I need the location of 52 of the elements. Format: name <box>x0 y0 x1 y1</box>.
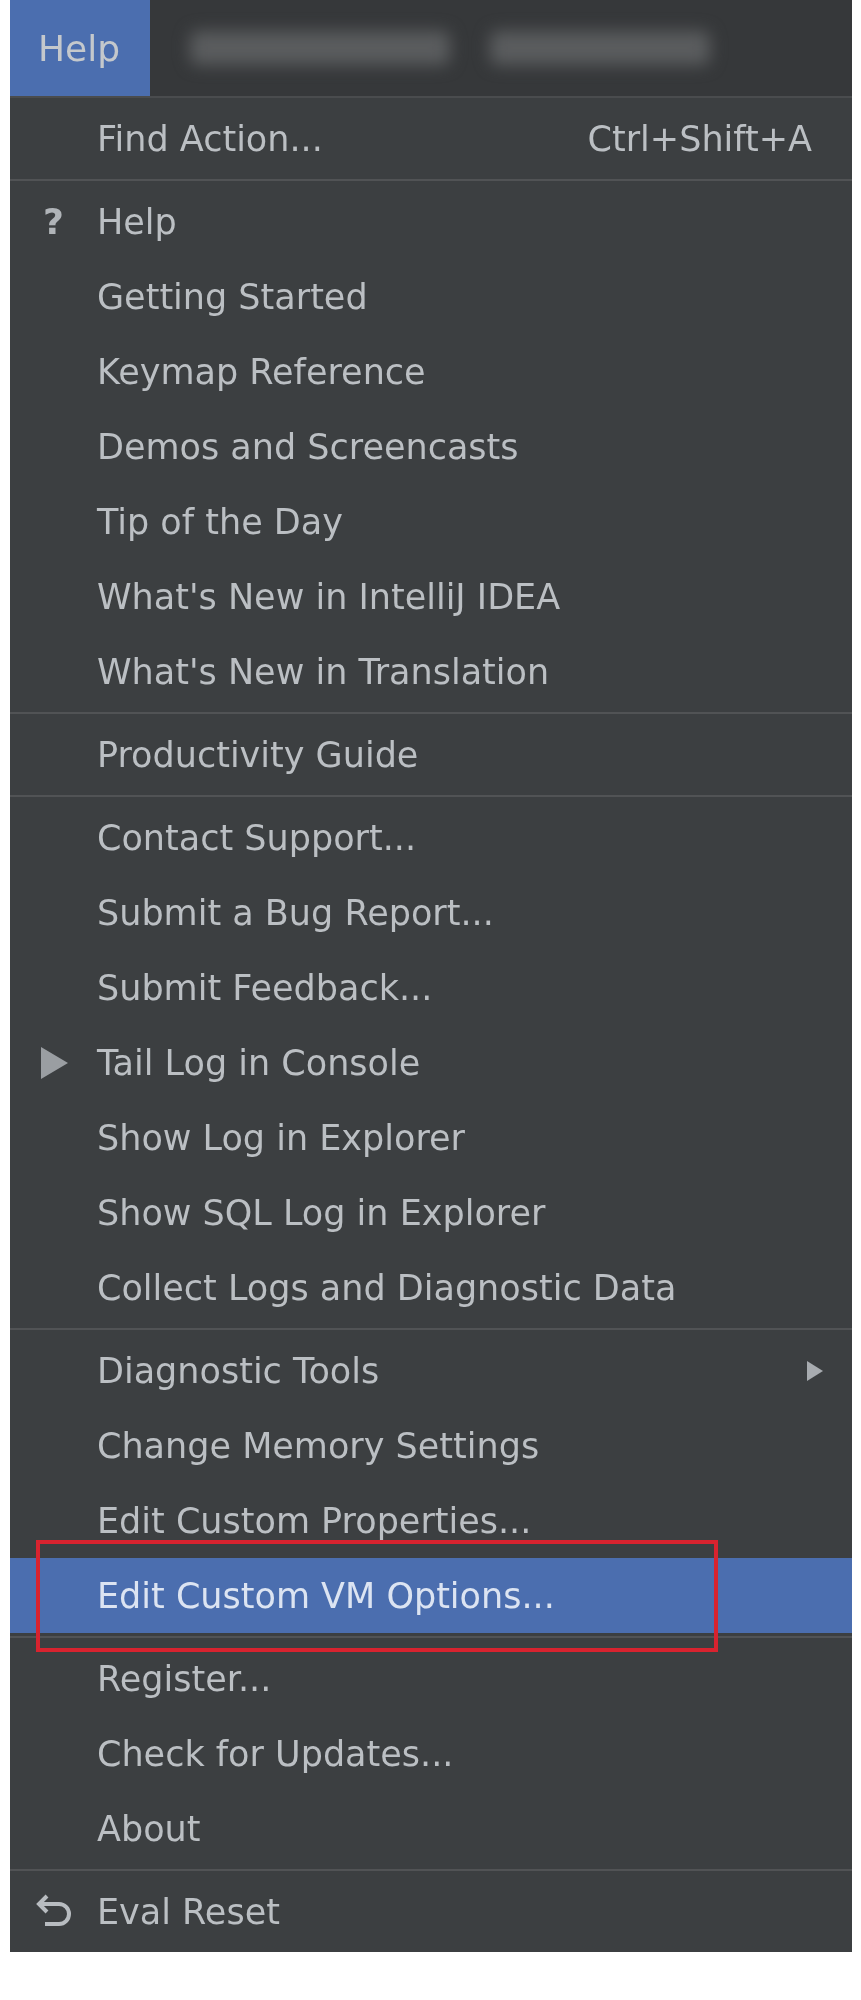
menu-item[interactable]: Tail Log in Console <box>10 1025 852 1100</box>
menu-item[interactable]: Submit Feedback... <box>10 950 852 1025</box>
menu-item[interactable]: Edit Custom Properties... <box>10 1483 852 1558</box>
menu-item[interactable]: Check for Updates... <box>10 1716 852 1791</box>
menu-item[interactable]: Productivity Guide <box>10 717 852 792</box>
menu-item-label: Contact Support... <box>97 817 418 858</box>
menu-item-label: Find Action... <box>97 118 324 159</box>
menu-item[interactable]: Find Action... Ctrl+Shift+A <box>10 101 852 176</box>
menu-item-label: Show SQL Log in Explorer <box>97 1192 547 1233</box>
menu-item-label: Getting Started <box>97 276 369 317</box>
menu-item[interactable]: Diagnostic Tools <box>10 1333 852 1408</box>
menu-item[interactable]: ? Help <box>10 184 852 259</box>
menu-item-label: Check for Updates... <box>97 1733 455 1774</box>
menu-item-label: Demos and Screencasts <box>97 426 520 467</box>
menu-item-label: Change Memory Settings <box>97 1425 541 1466</box>
shortcut-label: Ctrl+Shift+A <box>587 118 812 159</box>
menu-item-label: Edit Custom VM Options... <box>97 1575 556 1616</box>
menu-item-label: Productivity Guide <box>97 734 420 775</box>
menu-item[interactable]: Register... <box>10 1641 852 1716</box>
menu-item[interactable]: Tip of the Day <box>10 484 852 559</box>
menu-item-label: Diagnostic Tools <box>97 1350 381 1391</box>
menu-item[interactable]: About <box>10 1791 852 1866</box>
menu-item[interactable]: Submit a Bug Report... <box>10 875 852 950</box>
menu-item[interactable]: Edit Custom VM Options... <box>10 1558 852 1633</box>
menu-item[interactable]: Getting Started <box>10 259 852 334</box>
menu-item-label: Register... <box>97 1658 273 1699</box>
menu-item-label: Submit Feedback... <box>97 967 434 1008</box>
menu-item-label: Keymap Reference <box>97 351 427 392</box>
menu-item[interactable]: Demos and Screencasts <box>10 409 852 484</box>
menu-item-label: Edit Custom Properties... <box>97 1500 533 1541</box>
menu-item[interactable]: Contact Support... <box>10 800 852 875</box>
menu-item-label: Help <box>97 201 178 242</box>
play-icon <box>38 1045 69 1080</box>
menu-item[interactable]: What's New in IntelliJ IDEA <box>10 559 852 634</box>
menu-item-label: Collect Logs and Diagnostic Data <box>97 1267 678 1308</box>
help-icon: ? <box>43 201 64 242</box>
menu-item-label: About <box>97 1808 202 1849</box>
menu-item-label: Eval Reset <box>97 1891 281 1932</box>
menu-item-label: Tail Log in Console <box>97 1042 422 1083</box>
menu-bar-item[interactable]: Help <box>10 0 150 96</box>
menu-item-label: Tip of the Day <box>97 501 344 542</box>
menu-item-label: What's New in Translation <box>97 651 551 692</box>
menu-item[interactable]: Collect Logs and Diagnostic Data <box>10 1250 852 1325</box>
menu-item-label: What's New in IntelliJ IDEA <box>97 576 562 617</box>
menu-item-label: Show Log in Explorer <box>97 1117 466 1158</box>
menu-item[interactable]: Eval Reset <box>10 1874 852 1949</box>
menu-item[interactable]: Keymap Reference <box>10 334 852 409</box>
menu-item[interactable]: Change Memory Settings <box>10 1408 852 1483</box>
menu-item[interactable]: Show SQL Log in Explorer <box>10 1175 852 1250</box>
menu-item[interactable]: Show Log in Explorer <box>10 1100 852 1175</box>
menu-item[interactable]: What's New in Translation <box>10 634 852 709</box>
menu-item-label: Submit a Bug Report... <box>97 892 495 933</box>
